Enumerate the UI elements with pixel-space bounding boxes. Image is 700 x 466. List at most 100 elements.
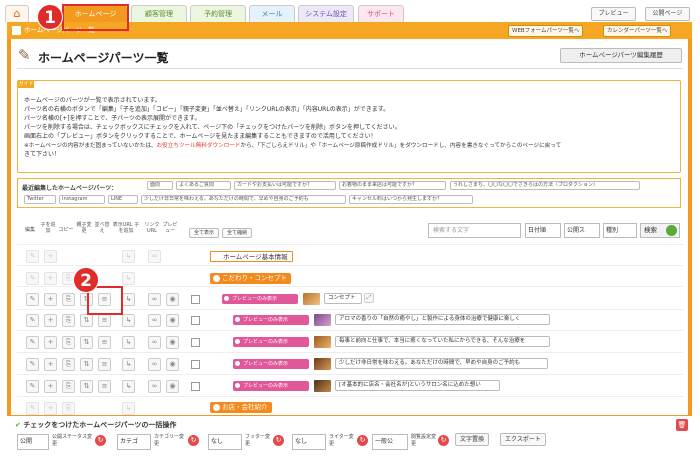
edit-icon[interactable]: ✎: [26, 293, 39, 306]
part-title[interactable]: [オ基本的に店名・会社名が]というサロン名に込めた想い: [335, 380, 500, 391]
writer-select[interactable]: なし: [292, 434, 326, 450]
add-child-icon: +: [44, 402, 57, 415]
apply-icon[interactable]: ↻: [357, 435, 368, 446]
link-icon[interactable]: ∞: [148, 293, 161, 306]
edit-icon[interactable]: ✎: [26, 358, 39, 371]
preview-button[interactable]: プレビュー: [591, 7, 636, 21]
preview-icon[interactable]: ◉: [166, 314, 179, 327]
sort-icon[interactable]: ≡: [98, 380, 111, 393]
search-button[interactable]: 検索: [640, 223, 680, 238]
preview-icon[interactable]: ◉: [166, 293, 179, 306]
collapse-all-button[interactable]: 全て縮納: [222, 228, 252, 238]
recent-chip[interactable]: うれしさまち、〇〇な〇〇でさきらはの方法（プロダクション）: [450, 181, 640, 190]
row-checkbox[interactable]: [191, 295, 200, 304]
copy-icon[interactable]: ⎘: [62, 380, 75, 393]
basic-info-part[interactable]: ホームページ基本情報: [210, 251, 293, 262]
row-checkbox[interactable]: [191, 338, 200, 347]
add-child-icon[interactable]: +: [44, 293, 57, 306]
apply-icon[interactable]: ↻: [188, 435, 199, 446]
row-checkbox[interactable]: [191, 360, 200, 369]
tab-customer[interactable]: 顧客管理: [131, 5, 187, 22]
add-child-icon[interactable]: +: [44, 314, 57, 327]
trash-icon[interactable]: 🗑: [676, 419, 688, 431]
section-concept[interactable]: こだわり・コンセプト: [210, 273, 291, 284]
text-replace-button[interactable]: 文字置換: [455, 433, 490, 446]
recent-chip[interactable]: キャンセル料はいつから発生しますか？: [349, 195, 473, 204]
link-icon[interactable]: ∞: [148, 314, 161, 327]
public-page-button[interactable]: 公開ページ: [645, 7, 690, 21]
link-icon[interactable]: ∞: [148, 380, 161, 393]
row-checkbox[interactable]: [191, 316, 200, 325]
part-title[interactable]: 少しだけ非日常を味わえる。あなただけの時間で、早めや自身のご予約も: [335, 358, 548, 369]
public-filter-select[interactable]: 公開ス: [564, 223, 600, 238]
public-status-select[interactable]: 公開: [17, 434, 49, 450]
recent-chip[interactable]: お着物のまま来店は可能ですか？: [339, 181, 446, 190]
sort-icon[interactable]: ≡: [98, 336, 111, 349]
link-icon[interactable]: ∞: [148, 358, 161, 371]
url-icon: ↳: [122, 250, 135, 263]
add-child-icon[interactable]: +: [44, 336, 57, 349]
category-select[interactable]: 種別: [603, 223, 637, 238]
row-checkbox[interactable]: [191, 382, 200, 391]
edit-icon[interactable]: ✎: [26, 380, 39, 393]
category-change-select[interactable]: カテゴ: [117, 434, 151, 450]
search-input[interactable]: 検索する文字: [428, 223, 521, 238]
edit-icon[interactable]: ✎: [26, 336, 39, 349]
recent-chip[interactable]: カードやお支払いは可能ですか？: [234, 181, 336, 190]
url-icon[interactable]: ↳: [122, 314, 135, 327]
footer-select[interactable]: なし: [208, 434, 242, 450]
url-icon[interactable]: ↳: [122, 358, 135, 371]
sort-icon[interactable]: ≡: [98, 358, 111, 371]
recent-chip[interactable]: 面問: [147, 181, 173, 190]
copy-icon[interactable]: ⎘: [62, 358, 75, 371]
copy-icon[interactable]: ⎘: [62, 293, 75, 306]
expand-icon[interactable]: ⤢: [364, 293, 374, 303]
parent-change-icon[interactable]: ⇅: [80, 380, 93, 393]
recent-chip[interactable]: Twitter: [24, 195, 56, 204]
show-all-button[interactable]: 全て表示: [189, 228, 219, 238]
recent-chip[interactable]: Instagram: [59, 195, 105, 204]
parent-change-icon[interactable]: ⇅: [80, 314, 93, 327]
recent-chip[interactable]: 少しだけ非日常を味わえる。あなただけの時間で、早めや自身のご予約も: [141, 195, 346, 204]
parent-change-icon[interactable]: ⇅: [80, 358, 93, 371]
preview-icon[interactable]: ◉: [166, 380, 179, 393]
copy-icon[interactable]: ⎘: [62, 314, 75, 327]
preview-icon[interactable]: ◉: [166, 358, 179, 371]
preview-icon[interactable]: ◉: [166, 336, 179, 349]
tab-home[interactable]: ⌂: [5, 5, 29, 22]
edit-icon: ✎: [26, 272, 39, 285]
apply-icon[interactable]: ↻: [438, 435, 449, 446]
apply-icon[interactable]: ↻: [95, 435, 106, 446]
url-icon[interactable]: ↳: [122, 293, 135, 306]
edit-history-button[interactable]: ホームページパーツ編集履歴: [560, 48, 682, 63]
preview-only-badge: プレビューのみ表示: [233, 337, 309, 347]
part-title[interactable]: アロマの香りの「自然の癒やし」と製作による身体の治療で健康に楽しく: [335, 314, 550, 325]
url-icon[interactable]: ↳: [122, 380, 135, 393]
tab-mail[interactable]: メール: [249, 5, 295, 22]
section-company[interactable]: お店・会社紹介: [210, 402, 272, 413]
export-button[interactable]: エクスポート: [500, 433, 546, 446]
copy-icon[interactable]: ⎘: [62, 336, 75, 349]
thumbnail-image: [314, 314, 331, 326]
part-title[interactable]: コンセプト: [324, 293, 362, 304]
tab-reservation[interactable]: 予約管理: [190, 5, 246, 22]
apply-icon[interactable]: ↻: [273, 435, 284, 446]
tab-support[interactable]: サポート: [358, 5, 404, 22]
edit-icon[interactable]: ✎: [26, 314, 39, 327]
add-child-icon[interactable]: +: [44, 380, 57, 393]
sort-icon[interactable]: ≡: [98, 314, 111, 327]
add-child-icon: +: [44, 272, 57, 285]
tab-system[interactable]: システム設定: [298, 5, 354, 22]
calendar-parts-button[interactable]: カレンダーパーツ一覧へ: [603, 25, 672, 37]
date-sort-select[interactable]: 日付順: [525, 223, 561, 238]
add-child-icon[interactable]: +: [44, 358, 57, 371]
url-icon[interactable]: ↳: [122, 336, 135, 349]
parent-change-icon[interactable]: ⇅: [80, 336, 93, 349]
recent-chip[interactable]: よくあるご質問: [176, 181, 231, 190]
part-title[interactable]: 毎事と前向と仕事で、本当に癒くなっていた私にからできる、そんな治療を: [335, 336, 550, 347]
download-link[interactable]: お役立ちツール無料ダウンロード: [157, 143, 241, 149]
recent-chip[interactable]: LINE: [108, 195, 138, 204]
view-setting-select[interactable]: 一般公: [372, 434, 408, 450]
link-icon[interactable]: ∞: [148, 336, 161, 349]
web-form-parts-button[interactable]: WEBフォームパーツ一覧へ: [508, 25, 584, 37]
